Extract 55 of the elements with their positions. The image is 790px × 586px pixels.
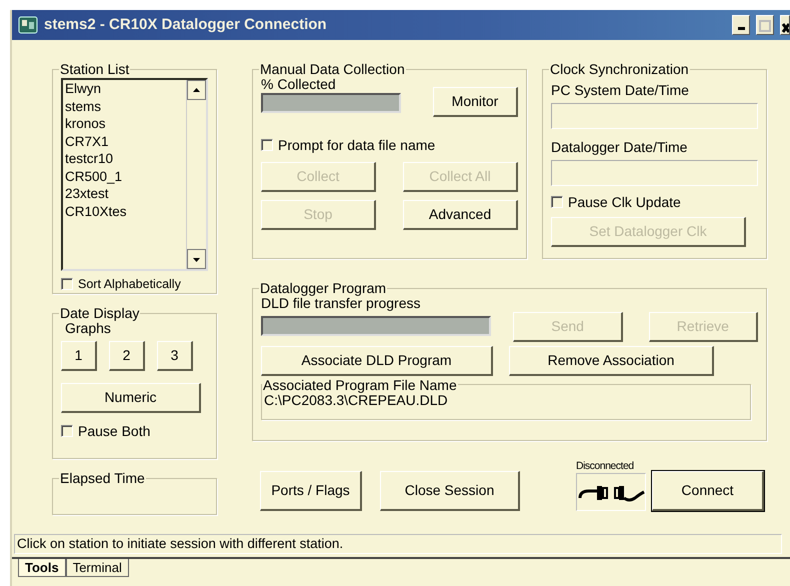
minimize-icon (738, 27, 744, 30)
list-item[interactable]: CR10Xtes (63, 202, 186, 220)
graph-button[interactable]: 3 (157, 340, 193, 371)
button[interactable]: Remove Association (509, 346, 714, 376)
tab[interactable]: Terminal (66, 559, 129, 577)
app-icon (18, 16, 38, 34)
status-bar: Click on station to initiate session with different station. (14, 534, 782, 554)
group-title: Associated Program File Name (262, 378, 458, 392)
list-item[interactable]: Elwyn (63, 80, 186, 98)
group-title: Datalogger Program (259, 281, 388, 295)
station-list[interactable]: Elwyn stems kronos CR7X1 testcr10 CR500_1 23xtest CR10Xtes (61, 78, 208, 271)
date-time-field[interactable] (551, 160, 758, 186)
date-time-label: PC System Date/Time (551, 82, 690, 99)
button[interactable]: Associate DLD Program (261, 346, 493, 376)
connect-button[interactable]: Connect (652, 471, 764, 511)
sort-checkbox-label: Sort Alphabetically (78, 276, 181, 293)
close-button[interactable] (780, 15, 790, 35)
prompt-checkbox-label: Prompt for data file name (278, 136, 436, 155)
file-path: C:\PC2083.3\CREPEAU.DLD (264, 392, 449, 409)
tab[interactable]: Tools (18, 559, 66, 577)
date-time-field[interactable] (551, 102, 758, 129)
close-session-button[interactable]: Close Session (380, 471, 520, 511)
pause-checkbox-label: Pause Both (78, 422, 150, 441)
connection-status: Disconnected (576, 459, 635, 473)
maximize-button[interactable] (756, 15, 774, 35)
list-item[interactable]: kronos (63, 115, 186, 132)
sort-checkbox[interactable] (61, 278, 73, 290)
pause-checkbox-label: Pause Clk Update (568, 192, 681, 212)
list-item[interactable]: testcr10 (63, 150, 186, 168)
group-title: Clock Synchronization (549, 62, 690, 76)
list-item[interactable]: 23xtest (63, 185, 186, 202)
group-title: Date Display (59, 306, 140, 320)
date-time-label: Datalogger Date/Time (551, 138, 688, 156)
graph-button[interactable]: 1 (61, 340, 97, 371)
scrollbar[interactable] (186, 80, 206, 269)
progress-label: % Collected (261, 76, 337, 93)
group-title: Elapsed Time (59, 471, 146, 485)
ports-flags-button[interactable]: Ports / Flags (260, 471, 362, 511)
pause-checkbox[interactable] (551, 196, 563, 208)
window-title: stems2 - CR10X Datalogger Connection (44, 14, 327, 35)
minimize-button[interactable] (732, 15, 750, 35)
list-item[interactable]: CR500_1 (63, 168, 186, 185)
plug-icon (576, 473, 646, 511)
prompt-checkbox[interactable] (261, 139, 273, 152)
group-title: Station List (59, 62, 130, 76)
graphs-label: Graphs (64, 320, 111, 337)
button[interactable]: Advanced (403, 200, 518, 230)
numeric-button[interactable]: Numeric (61, 382, 201, 413)
group-title: Manual Data Collection (259, 62, 406, 76)
monitor-button[interactable]: Monitor (433, 86, 518, 117)
list-item[interactable]: stems (63, 98, 186, 115)
list-item[interactable]: CR7X1 (63, 132, 186, 150)
progress-label: DLD file transfer progress (261, 295, 422, 312)
graph-button[interactable]: 2 (109, 340, 145, 371)
pause-checkbox[interactable] (61, 425, 73, 438)
